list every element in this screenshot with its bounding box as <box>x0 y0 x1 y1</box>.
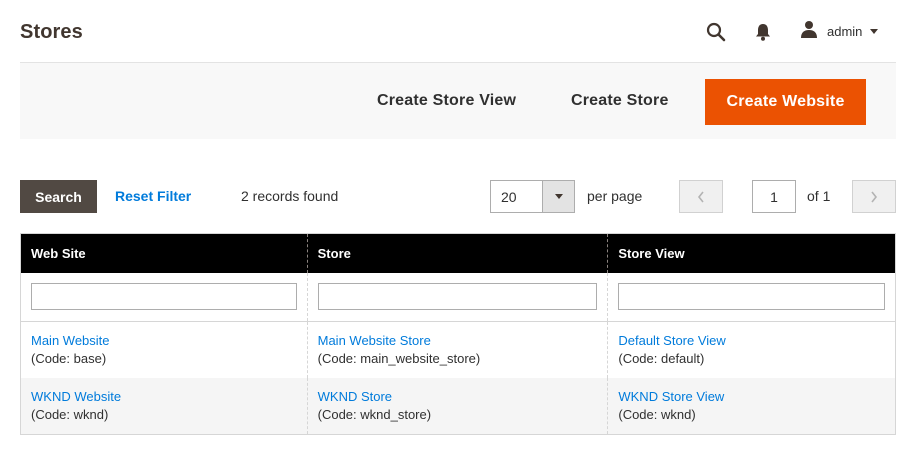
user-icon <box>800 20 818 43</box>
filter-store-input[interactable] <box>317 282 598 310</box>
cell-website: WKND Website (Code: wknd) <box>20 378 308 435</box>
cell-website: Main Website (Code: base) <box>20 321 308 378</box>
page-number-input[interactable] <box>752 180 796 213</box>
filter-website-input[interactable] <box>31 282 297 310</box>
page-title: Stores <box>20 21 83 43</box>
user-menu[interactable]: admin <box>800 20 879 43</box>
filter-store-view-input[interactable] <box>618 282 885 310</box>
search-icon[interactable] <box>705 21 727 43</box>
chevron-left-icon <box>697 191 704 202</box>
filter-row <box>20 272 896 322</box>
website-link[interactable]: Main Website <box>31 332 297 350</box>
store-code: (Code: wknd_store) <box>317 407 432 422</box>
filter-cell-store-view <box>607 272 896 322</box>
records-count: 2 records found <box>241 188 339 204</box>
store-view-link[interactable]: WKND Store View <box>618 388 885 406</box>
create-store-view-button[interactable]: Create Store View <box>377 92 516 110</box>
grid-header-row: Web Site Store Store View <box>20 233 896 273</box>
cell-store: WKND Store (Code: wknd_store) <box>306 378 608 435</box>
table-row: WKND Website (Code: wknd) WKND Store (Co… <box>20 378 896 435</box>
store-view-code: (Code: default) <box>618 351 705 366</box>
chevron-down-icon <box>554 194 563 199</box>
store-link[interactable]: WKND Store <box>318 388 598 406</box>
create-store-button[interactable]: Create Store <box>571 92 669 110</box>
column-header-store-view[interactable]: Store View <box>607 233 896 273</box>
page-total: of 1 <box>807 188 831 204</box>
reset-filter-link[interactable]: Reset Filter <box>115 188 191 204</box>
website-link[interactable]: WKND Website <box>31 388 297 406</box>
chevron-right-icon <box>871 191 878 202</box>
per-page-toggle[interactable] <box>542 181 574 212</box>
chevron-down-icon <box>870 29 879 34</box>
website-code: (Code: wknd) <box>31 407 109 422</box>
grid-toolbar: Search Reset Filter 2 records found 20 p… <box>20 180 896 213</box>
filter-cell-website <box>20 272 308 322</box>
per-page-value: 20 <box>501 189 517 205</box>
column-header-store[interactable]: Store <box>306 233 608 273</box>
table-row: Main Website (Code: base) Main Website S… <box>20 321 896 378</box>
bell-icon[interactable] <box>752 21 774 43</box>
per-page-label: per page <box>587 188 643 204</box>
store-link[interactable]: Main Website Store <box>318 332 598 350</box>
cell-store-view: Default Store View (Code: default) <box>607 321 896 378</box>
store-code: (Code: main_website_store) <box>317 351 481 366</box>
store-view-link[interactable]: Default Store View <box>618 332 885 350</box>
store-view-code: (Code: wknd) <box>618 407 696 422</box>
cell-store-view: WKND Store View (Code: wknd) <box>607 378 896 435</box>
stores-grid: Web Site Store Store View Main Website (… <box>20 233 896 435</box>
next-page-button[interactable] <box>852 180 896 213</box>
filter-cell-store <box>306 272 608 322</box>
user-name: admin <box>827 24 863 39</box>
per-page-select[interactable]: 20 <box>490 180 575 213</box>
page-actions-bar: Create Store View Create Store Create We… <box>20 62 896 139</box>
search-button[interactable]: Search <box>20 180 97 213</box>
cell-store: Main Website Store (Code: main_website_s… <box>306 321 608 378</box>
previous-page-button[interactable] <box>679 180 723 213</box>
website-code: (Code: base) <box>31 351 107 366</box>
create-website-button[interactable]: Create Website <box>705 79 866 125</box>
column-header-website[interactable]: Web Site <box>20 233 308 273</box>
